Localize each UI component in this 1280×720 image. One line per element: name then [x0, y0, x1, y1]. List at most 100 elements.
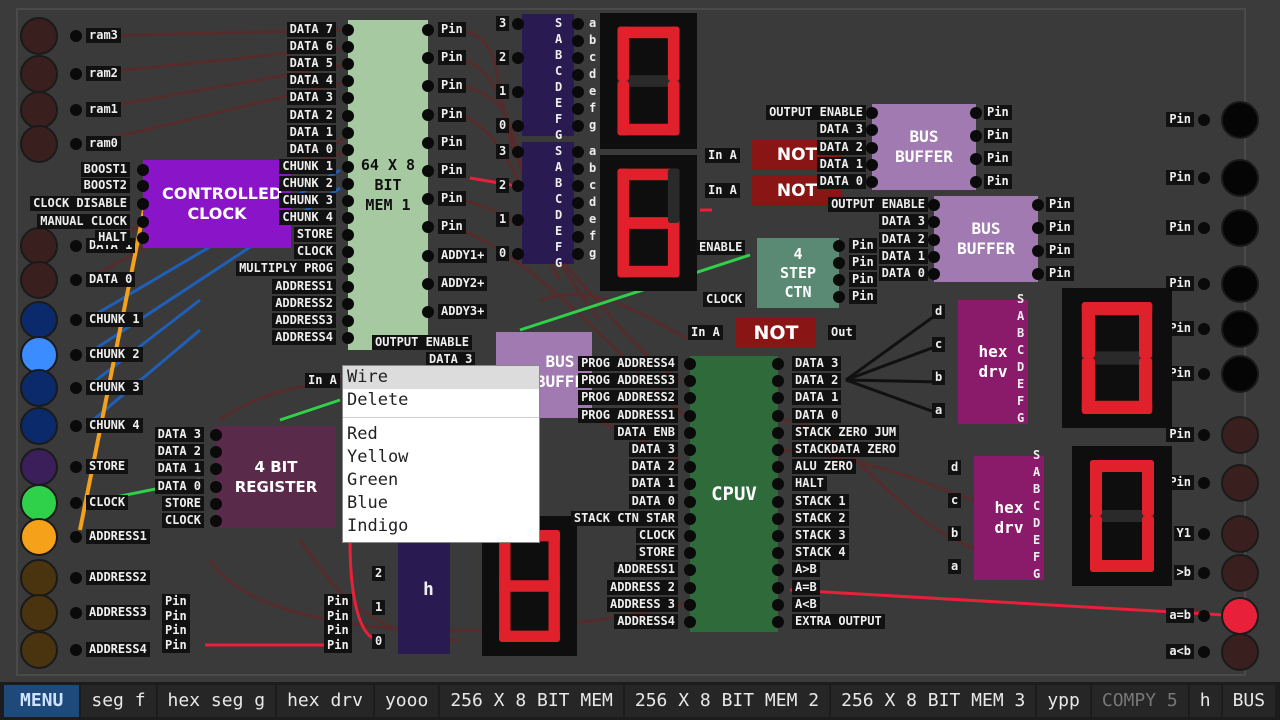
mem-input-label: ADDRESS3: [272, 312, 336, 328]
menu-item-delete[interactable]: Delete: [343, 389, 539, 412]
output-pin-indicator[interactable]: [1221, 265, 1259, 303]
menu-item-indigo[interactable]: Indigo: [343, 515, 539, 538]
taskbar: MENU seg f hex seg g hex drv yooo 256 X …: [0, 682, 1280, 720]
mem-input-pin: [342, 109, 354, 122]
input-pin-toggle[interactable]: [20, 594, 58, 632]
input-pin-label: CHUNK 1: [86, 312, 143, 327]
menu-item-red[interactable]: Red: [343, 423, 539, 446]
hex-out-pin: [572, 52, 584, 64]
bottom-pin-label: Pin: [162, 623, 190, 638]
segment-c: [1139, 358, 1153, 414]
output-pin-indicator[interactable]: [1221, 515, 1259, 553]
output-pin-indicator[interactable]: [1221, 633, 1259, 671]
cpuv-input-label: PROG ADDRESS3: [578, 373, 678, 389]
output-pin-indicator[interactable]: [1221, 355, 1259, 393]
bottom-pin-label-right: Pin: [324, 623, 352, 638]
cpuv-output-label: HALT: [792, 476, 827, 492]
output-pin-indicator[interactable]: [1221, 597, 1259, 635]
input-pin-toggle[interactable]: [20, 261, 58, 299]
input-pin-label: STORE: [86, 459, 129, 474]
hex-out-pin: [572, 248, 584, 260]
taskbar-item-bus[interactable]: BUS: [1222, 685, 1276, 717]
taskbar-item-yooo[interactable]: yooo: [374, 685, 439, 717]
input-pin-toggle[interactable]: [20, 448, 58, 486]
controlled-clock-chip[interactable]: CONTROLLED CLOCK: [143, 160, 291, 248]
input-pin-toggle[interactable]: [20, 17, 58, 55]
menu-item-yellow[interactable]: Yellow: [343, 446, 539, 469]
bus-buffer-output-label: Pin: [1046, 266, 1074, 281]
hex-in-label: S: [555, 16, 563, 30]
input-pin-toggle[interactable]: [20, 55, 58, 93]
hex-num-label: 2: [496, 178, 510, 193]
taskbar-item-hex-drv[interactable]: hex drv: [277, 685, 373, 717]
taskbar-item-256-mem-2[interactable]: 256 X 8 BIT MEM 2: [624, 685, 830, 717]
cpuv-chip[interactable]: CPUV: [690, 356, 778, 632]
menu-item-green[interactable]: Green: [343, 469, 539, 492]
menu-button[interactable]: MENU: [4, 685, 80, 717]
input-pin-toggle[interactable]: [20, 407, 58, 445]
input-pin-toggle[interactable]: [20, 559, 58, 597]
bus-buffer-input-label: DATA 2: [878, 231, 928, 247]
input-pin-toggle[interactable]: [20, 518, 58, 556]
input-pin-toggle[interactable]: [20, 369, 58, 407]
hex-drv-out-label: B: [1017, 326, 1025, 340]
input-pin-toggle[interactable]: [20, 227, 58, 265]
mem-output-pin: [422, 306, 434, 318]
taskbar-item-hex-seg-g[interactable]: hex seg g: [157, 685, 276, 717]
mem-input-pin: [342, 314, 354, 327]
taskbar-item-seg-f[interactable]: seg f: [81, 685, 156, 717]
cpuv-output-label: A=B: [792, 579, 820, 595]
seven-seg-display-2: [600, 155, 697, 291]
bus-buffer-title: BUS BUFFER: [895, 127, 953, 166]
hex-decoder-top[interactable]: [522, 14, 574, 136]
bus-buffer-1[interactable]: BUS BUFFER: [872, 104, 976, 190]
bus-buffer-2[interactable]: BUS BUFFER: [934, 196, 1038, 282]
input-pin-connector: [70, 68, 82, 80]
output-pin-indicator[interactable]: [1221, 101, 1259, 139]
output-pin-connector: [1198, 368, 1210, 380]
mem-input-label: DATA 4: [286, 73, 336, 89]
not-gate-3[interactable]: NOT: [736, 318, 816, 348]
cpuv-input-label: PROG ADDRESS2: [578, 390, 678, 406]
input-pin-toggle[interactable]: [20, 91, 58, 129]
register-chip[interactable]: 4 BIT REGISTER: [216, 426, 336, 528]
input-pin-connector: [70, 572, 82, 584]
output-pin-indicator[interactable]: [1221, 159, 1259, 197]
output-pin-indicator[interactable]: [1221, 209, 1259, 247]
input-pin-label: CHUNK 3: [86, 380, 143, 395]
not-label: NOT: [753, 322, 799, 344]
input-pin-toggle[interactable]: [20, 631, 58, 669]
taskbar-item-h[interactable]: h: [1189, 685, 1221, 717]
hex-decoder-mid[interactable]: [522, 142, 574, 264]
cpuv-input-pin: [684, 512, 696, 525]
menu-item-wire[interactable]: Wire: [343, 366, 539, 389]
taskbar-item-compy-5[interactable]: COMPY 5: [1091, 685, 1188, 717]
output-pin-indicator[interactable]: [1221, 554, 1259, 592]
step-counter-chip[interactable]: 4 STEP CTN: [757, 238, 839, 308]
output-pin-connector: [1198, 114, 1210, 126]
hex-in-label: C: [555, 64, 563, 78]
mem-input-label: STORE: [293, 227, 336, 243]
cpuv-input-pin: [684, 581, 696, 594]
hex-out-pin: [572, 231, 584, 243]
input-pin-toggle[interactable]: [20, 301, 58, 339]
context-menu[interactable]: Wire Delete Red Yellow Green Blue Indigo: [342, 365, 540, 543]
output-pin-label: Y1: [1173, 526, 1194, 541]
mem-chip[interactable]: 64 X 8 BIT MEM 1: [348, 20, 428, 350]
menu-item-blue[interactable]: Blue: [343, 492, 539, 515]
output-pin-indicator[interactable]: [1221, 464, 1259, 502]
taskbar-item-256-mem-3[interactable]: 256 X 8 BIT MEM 3: [831, 685, 1036, 717]
taskbar-item-256-mem[interactable]: 256 X 8 BIT MEM: [440, 685, 623, 717]
input-pin-toggle[interactable]: [20, 484, 58, 522]
cpuv-output-pin: [772, 598, 784, 611]
output-pin-indicator[interactable]: [1221, 416, 1259, 454]
hex-in-label: C: [555, 192, 563, 206]
cpuv-input-pin: [684, 409, 696, 422]
taskbar-item-ypp[interactable]: ypp: [1037, 685, 1090, 717]
seven-seg-display-3: [1062, 288, 1172, 428]
circuit-canvas[interactable]: ram3 ram2 ram1 ram0 DATA 1 DATA 0 CHUNK 1 CHUNK…: [0, 0, 1280, 682]
output-pin-indicator[interactable]: [1221, 310, 1259, 348]
input-pin-toggle[interactable]: [20, 125, 58, 163]
hex-in-label: B: [555, 48, 563, 62]
cpuv-output-pin: [772, 426, 784, 439]
